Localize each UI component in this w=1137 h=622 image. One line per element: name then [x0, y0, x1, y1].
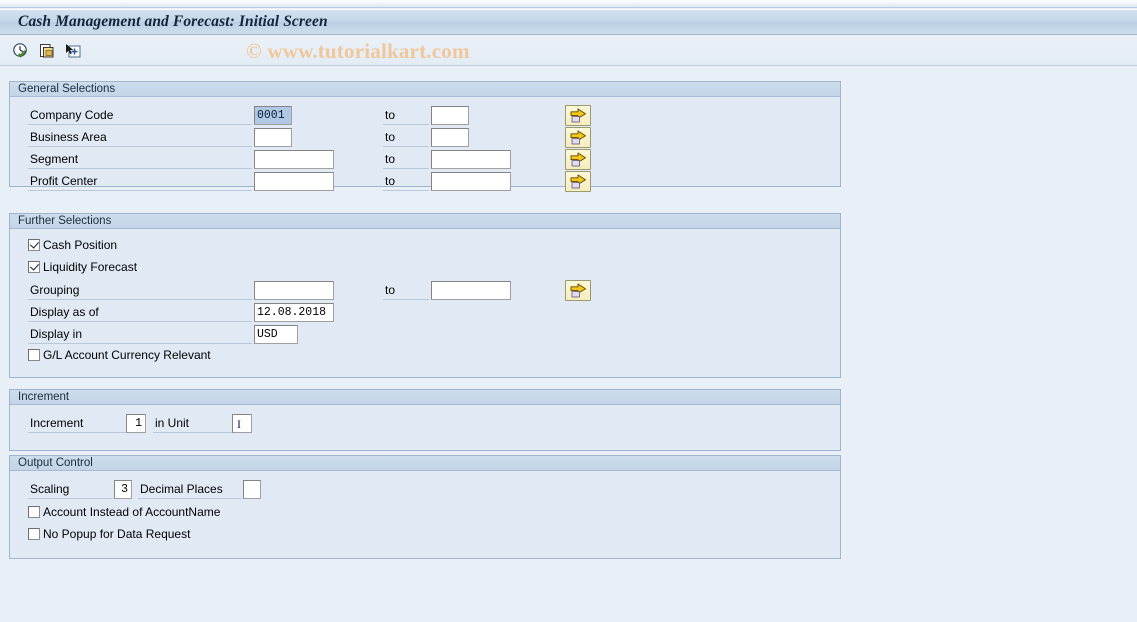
input-business-area-from[interactable]	[254, 128, 292, 147]
toolbar	[0, 36, 1137, 66]
label-display-in: Display in	[28, 325, 252, 344]
checkbox-account-instead-of-accountname[interactable]	[28, 506, 40, 518]
checkbox-label-no-popup-for-data-request: No Popup for Data Request	[43, 527, 191, 541]
multi-select-button-company-code[interactable]	[565, 105, 591, 126]
checkbox-label-cash-position: Cash Position	[43, 238, 118, 252]
label-increment: Increment	[28, 414, 128, 433]
group-general-selections: General Selections Company Code 0001 to …	[9, 81, 841, 192]
to-label-company-code: to	[383, 106, 429, 125]
to-label-business-area: to	[383, 128, 429, 147]
group-increment-title: Increment	[10, 390, 840, 405]
to-label-segment: to	[383, 150, 429, 169]
label-segment: Segment	[28, 150, 252, 169]
input-company-code-to[interactable]	[431, 106, 469, 125]
label-in-unit: in Unit	[153, 414, 233, 433]
input-in-unit[interactable]: I	[232, 414, 252, 433]
sap-window: Cash Management and Forecast: Initial Sc…	[0, 0, 1137, 622]
checkbox-label-account-instead-of-accountname: Account Instead of AccountName	[43, 505, 221, 519]
checkbox-gl-account-currency-relevant[interactable]	[28, 349, 40, 361]
page-title: Cash Management and Forecast: Initial Sc…	[18, 13, 328, 30]
get-variant-icon[interactable]	[62, 40, 84, 62]
input-increment[interactable]: 1	[126, 414, 146, 433]
text-cursor-icon: I	[237, 417, 241, 431]
window-top-strip	[0, 0, 1137, 8]
checkbox-cash-position[interactable]	[28, 239, 40, 251]
checkbox-row-liquidity-forecast[interactable]: Liquidity Forecast	[28, 259, 137, 275]
checkbox-row-account-instead-of-accountname[interactable]: Account Instead of AccountName	[28, 504, 220, 520]
group-output-control-title: Output Control	[10, 456, 840, 471]
checkbox-row-cash-position[interactable]: Cash Position	[28, 237, 117, 253]
input-decimal-places[interactable]	[243, 480, 261, 499]
to-label-profit-center: to	[383, 172, 429, 191]
checkbox-label-liquidity-forecast: Liquidity Forecast	[43, 260, 138, 274]
multi-select-button-segment[interactable]	[565, 149, 591, 170]
label-decimal-places: Decimal Places	[138, 480, 242, 499]
group-increment: Increment Increment 1 in Unit I	[9, 389, 841, 451]
checkbox-liquidity-forecast[interactable]	[28, 261, 40, 273]
input-segment-to[interactable]	[431, 150, 511, 169]
group-general-selections-title: General Selections	[10, 82, 840, 97]
group-further-selections: Further Selections Cash Position Liquidi…	[9, 213, 841, 378]
checkbox-row-gl-account-currency-relevant[interactable]: G/L Account Currency Relevant	[28, 347, 211, 363]
multi-select-button-profit-center[interactable]	[565, 171, 591, 192]
multiple-selection-icon[interactable]	[36, 40, 58, 62]
label-business-area: Business Area	[28, 128, 252, 147]
title-bar: Cash Management and Forecast: Initial Sc…	[0, 9, 1137, 35]
checkbox-row-no-popup-for-data-request[interactable]: No Popup for Data Request	[28, 526, 190, 542]
input-company-code-from[interactable]: 0001	[254, 106, 292, 125]
content-area: General Selections Company Code 0001 to …	[0, 67, 1137, 622]
input-business-area-to[interactable]	[431, 128, 469, 147]
input-scaling[interactable]: 3	[114, 480, 132, 499]
watermark: © www.tutorialkart.com	[246, 39, 470, 63]
multi-select-button-grouping[interactable]	[565, 280, 591, 301]
label-company-code: Company Code	[28, 106, 252, 125]
label-scaling: Scaling	[28, 480, 113, 499]
group-further-selections-title: Further Selections	[10, 214, 840, 229]
checkbox-label-gl-account-currency-relevant: G/L Account Currency Relevant	[43, 348, 211, 362]
input-profit-center-from[interactable]	[254, 172, 334, 191]
input-grouping-to[interactable]	[431, 281, 511, 300]
input-display-in[interactable]: USD	[254, 325, 298, 344]
label-grouping: Grouping	[28, 281, 252, 300]
input-profit-center-to[interactable]	[431, 172, 511, 191]
input-display-as-of[interactable]: 12.08.2018	[254, 303, 334, 322]
label-profit-center: Profit Center	[28, 172, 252, 191]
to-label-grouping: to	[383, 281, 429, 300]
label-display-as-of: Display as of	[28, 303, 252, 322]
input-segment-from[interactable]	[254, 150, 334, 169]
group-output-control: Output Control Scaling 3 Decimal Places …	[9, 455, 841, 559]
input-grouping-from[interactable]	[254, 281, 334, 300]
execute-icon[interactable]	[10, 40, 32, 62]
multi-select-button-business-area[interactable]	[565, 127, 591, 148]
checkbox-no-popup-for-data-request[interactable]	[28, 528, 40, 540]
